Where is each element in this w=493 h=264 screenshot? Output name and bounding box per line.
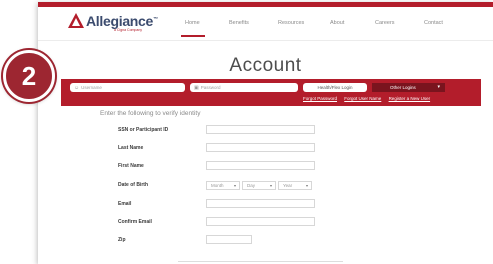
username-input[interactable]: ☺ Username	[70, 83, 185, 92]
dob-month-label: Month	[211, 183, 224, 188]
verify-heading: Enter the following to verify identity	[100, 110, 201, 117]
dob-month-select[interactable]: Month ▾	[206, 181, 240, 190]
nav-benefits[interactable]: Benefits	[229, 20, 249, 26]
nav-home[interactable]: Home	[185, 20, 200, 26]
nav-contact[interactable]: Contact	[424, 20, 443, 26]
login-bar: ☺ Username ▣ Password Health/Flex Login Ot…	[61, 79, 481, 106]
dob-label: Date of Birth	[118, 182, 148, 188]
person-icon: ☺	[74, 85, 80, 91]
zip-input[interactable]	[206, 235, 252, 244]
step-badge: 2	[3, 50, 55, 102]
other-logins-label: Other Logins	[390, 85, 416, 90]
nav-about[interactable]: About	[330, 20, 344, 26]
dob-year-select[interactable]: Year ▾	[278, 181, 312, 190]
confirm-email-input[interactable]	[206, 217, 315, 226]
chevron-down-icon: ▾	[233, 183, 236, 188]
logo-wordmark: Allegiance™	[86, 13, 158, 29]
email-label: Email	[118, 201, 132, 207]
forgot-password-link[interactable]: Forgot Password	[303, 96, 337, 101]
triangle-logo-icon	[68, 13, 84, 28]
dob-year-label: Year	[283, 183, 293, 188]
password-placeholder: Password	[200, 85, 221, 90]
nav-careers[interactable]: Careers	[375, 20, 395, 26]
login-links: Forgot Password Forgot User Name Registe…	[297, 96, 430, 101]
page-title: Account	[229, 55, 302, 76]
last-name-input[interactable]	[206, 143, 315, 152]
zip-label: Zip	[118, 237, 126, 243]
register-link[interactable]: Register a New User	[389, 96, 431, 101]
dob-day-label: Day	[247, 183, 256, 188]
email-input[interactable]	[206, 199, 315, 208]
health-flex-login-button[interactable]: Health/Flex Login	[303, 83, 367, 92]
username-placeholder: Username	[81, 85, 102, 90]
first-name-input[interactable]	[206, 161, 315, 170]
password-input[interactable]: ▣ Password	[190, 83, 298, 92]
divider	[178, 261, 343, 262]
chevron-down-icon: ▾	[437, 84, 440, 90]
logo-tagline: a Cigna Company	[114, 28, 143, 32]
site-header: Allegiance™ a Cigna Company Home Benefit…	[38, 7, 493, 41]
ssn-input[interactable]	[206, 125, 315, 134]
active-nav-indicator	[181, 35, 205, 37]
chevron-down-icon: ▾	[305, 183, 308, 188]
confirm-email-label: Confirm Email	[118, 219, 152, 225]
ssn-label: SSN or Participant ID	[118, 127, 169, 133]
other-logins-select[interactable]: Other Logins ▾	[372, 83, 445, 92]
last-name-label: Last Name	[118, 145, 144, 151]
first-name-label: First Name	[118, 163, 144, 169]
nav-resources[interactable]: Resources	[278, 20, 304, 26]
browser-frame: Allegiance™ a Cigna Company Home Benefit…	[38, 2, 493, 264]
forgot-username-link[interactable]: Forgot User Name	[344, 96, 381, 101]
dob-day-select[interactable]: Day ▾	[242, 181, 276, 190]
lock-icon: ▣	[194, 85, 199, 91]
chevron-down-icon: ▾	[269, 183, 272, 188]
